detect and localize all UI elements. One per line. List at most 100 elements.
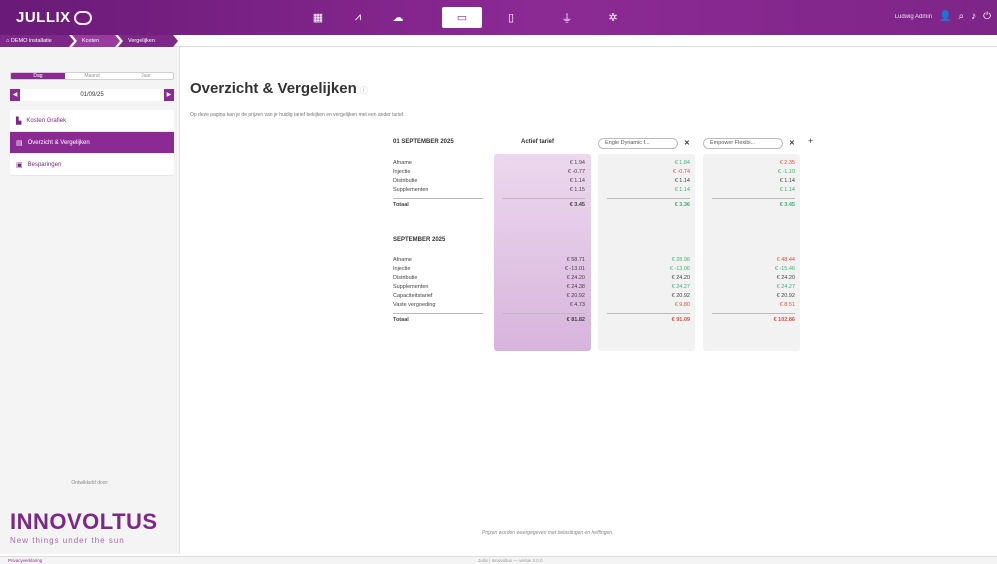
footer: Privacyverklaring Jullix | Innovoltus — … (0, 556, 997, 564)
active-tariff-value: € 24.38 (566, 284, 585, 290)
active-tariff-value: € 20.92 (566, 293, 585, 299)
sidebar-item-label: Kosten Grafiek (26, 117, 67, 124)
row-divider (712, 198, 795, 199)
tariff-1-value: € 24.27 (671, 284, 690, 290)
sidebar-item-label: Overzicht & Vergelijken (27, 139, 90, 146)
breadcrumb-label: Kosten (82, 38, 100, 44)
innovoltus-logo: INNOVOLTUS (10, 509, 158, 534)
price-footnote: Prijzen worden weergegeven met belasting… (482, 530, 614, 536)
help-icon[interactable]: ⓘ (360, 86, 368, 95)
top-bar: JULLIX ▦ ⩘ ☁ ▭ ▯ ⏚ ✲ Ludwig Admin 👤 ⌕ ♪ ⏻ (0, 0, 997, 35)
brain-icon: ☁ (392, 12, 404, 24)
privacy-link[interactable]: Privacyverklaring (8, 558, 42, 563)
nav-brain-icon[interactable]: ☁ (386, 7, 410, 28)
active-tariff-value: € -13.01 (564, 266, 585, 272)
tab-dag[interactable]: Dag (11, 73, 65, 79)
row-label: Capaciteitstarief (393, 293, 433, 299)
tab-maand[interactable]: Maand (65, 73, 119, 79)
breadcrumb-vergelijken[interactable]: Vergelijken (118, 35, 178, 47)
row-label: Injectie (393, 266, 411, 272)
row-divider (607, 198, 690, 199)
tariff-2-value: € 48.44 (776, 257, 795, 263)
active-tariff-value: € 1.94 (569, 160, 585, 166)
row-label: Supplementen (393, 187, 429, 193)
active-tariff-value: € -0.77 (567, 169, 585, 175)
tariff-2-total: € 102.86 (773, 317, 795, 323)
next-date-button[interactable]: ▶ (163, 89, 174, 101)
tariff-2-value: € 2.35 (779, 160, 795, 166)
sidebar-item-besparingen[interactable]: ▣ Besparingen (10, 154, 174, 176)
gear-icon: ✲ (608, 12, 618, 24)
nav-money-icon[interactable]: ▭ (442, 7, 482, 28)
sidebar-item-overzicht-vergelijken[interactable]: ▤ Overzicht & Vergelijken (10, 132, 174, 154)
date-label[interactable]: 01/09/25 (80, 92, 103, 98)
row-label: Afname (393, 257, 412, 263)
tariff-2-value: € 1.14 (779, 187, 795, 193)
row-label: Distributie (393, 178, 418, 184)
total-label: Totaal (393, 317, 409, 323)
tariff-2-value: € -15.46 (774, 266, 795, 272)
logo-mark-icon (73, 10, 92, 25)
row-divider (607, 313, 690, 314)
breadcrumb-label: DEMO installatie (10, 38, 52, 44)
page-subtitle: Op deze pagina kan je de prijzen van je … (190, 112, 405, 118)
dashboard-icon: ▦ (312, 12, 324, 24)
breadcrumb-kosten[interactable]: Kosten (72, 35, 120, 47)
tariff-2-value: € 20.92 (776, 293, 795, 299)
tariff-2-value: € 8.51 (779, 302, 795, 308)
remove-tariff-2-icon[interactable]: ✕ (789, 139, 795, 147)
active-tariff-value: € 4.73 (569, 302, 585, 308)
tab-jaar[interactable]: Jaar (119, 73, 173, 79)
page-title: Overzicht & Vergelijken ⓘ (190, 80, 368, 97)
sidebar-menu: ▙ Kosten Grafiek ▤ Overzicht & Vergelijken ▣… (10, 110, 174, 176)
tariff-1-total: € 91.09 (671, 317, 690, 323)
sidebar: Dag Maand Jaar ◀ 01/09/25 ▶ ▙ Kosten Graf… (0, 47, 180, 554)
sidebar-item-kosten-grafiek[interactable]: ▙ Kosten Grafiek (10, 110, 174, 132)
tariff-1-value: € 1.14 (674, 178, 690, 184)
tariff-1-value: € 24.20 (671, 275, 690, 281)
brand-tagline: New things under the sun (10, 536, 125, 545)
user-icon[interactable]: 👤 (939, 11, 951, 22)
tariff-1-value: € 9.80 (674, 302, 690, 308)
tariff-2-value: € -1.10 (777, 169, 795, 175)
row-divider (502, 198, 585, 199)
period-tabs: Dag Maand Jaar (10, 72, 174, 80)
total-label: Totaal (393, 202, 409, 208)
prev-date-button[interactable]: ◀ (10, 89, 20, 101)
active-tariff-value: € 24.20 (566, 275, 585, 281)
row-divider (502, 313, 585, 314)
bell-icon[interactable]: ♪ (971, 11, 976, 22)
app-logo[interactable]: JULLIX (16, 9, 92, 26)
add-tariff-icon[interactable]: + (808, 136, 813, 146)
tariff-1-value: € 20.92 (671, 293, 690, 299)
row-label: Distributie (393, 275, 418, 281)
active-tariff-total: € 81.82 (566, 317, 585, 323)
row-label: Supplementen (393, 284, 429, 290)
plug-icon: ⏚ (561, 12, 573, 25)
nav-battery-icon[interactable]: ▯ (499, 7, 523, 28)
power-icon[interactable]: ⏻ (983, 11, 991, 22)
tariff-select-1[interactable]: Engie Dynamic f... (598, 138, 678, 149)
search-icon[interactable]: ⌕ (958, 11, 964, 22)
row-divider (393, 198, 483, 199)
tariff-1-value: € 1.84 (674, 160, 690, 166)
battery-icon: ▯ (507, 12, 515, 24)
nav-gear-icon[interactable]: ✲ (601, 7, 625, 28)
nav-plug-icon[interactable]: ⏚ (555, 7, 579, 28)
nav-dashboard-icon[interactable]: ▦ (306, 7, 330, 28)
active-tariff-total: € 3.45 (569, 202, 585, 208)
user-area: Ludwig Admin 👤 ⌕ ♪ ⏻ (895, 11, 991, 22)
nav-chart-icon[interactable]: ⩘ (346, 7, 370, 28)
row-label: Afname (393, 160, 412, 166)
logo-text: JULLIX (16, 9, 71, 26)
breadcrumb-home[interactable]: ⌂ DEMO installatie (0, 35, 74, 47)
tariff-1-total: € 3.36 (674, 202, 690, 208)
footer-version: Jullix | Innovoltus — versie 3.0.0 (478, 558, 543, 563)
active-tariff-header: Actief tarief (521, 139, 555, 145)
tariff-select-2[interactable]: Empower Flexibi... (703, 138, 783, 149)
tariff-1-value: € 28.96 (671, 257, 690, 263)
tariff-1-value: € -13.06 (669, 266, 690, 272)
remove-tariff-1-icon[interactable]: ✕ (684, 139, 690, 147)
section-title: SEPTEMBER 2025 (393, 237, 446, 243)
user-name[interactable]: Ludwig Admin (895, 14, 932, 20)
